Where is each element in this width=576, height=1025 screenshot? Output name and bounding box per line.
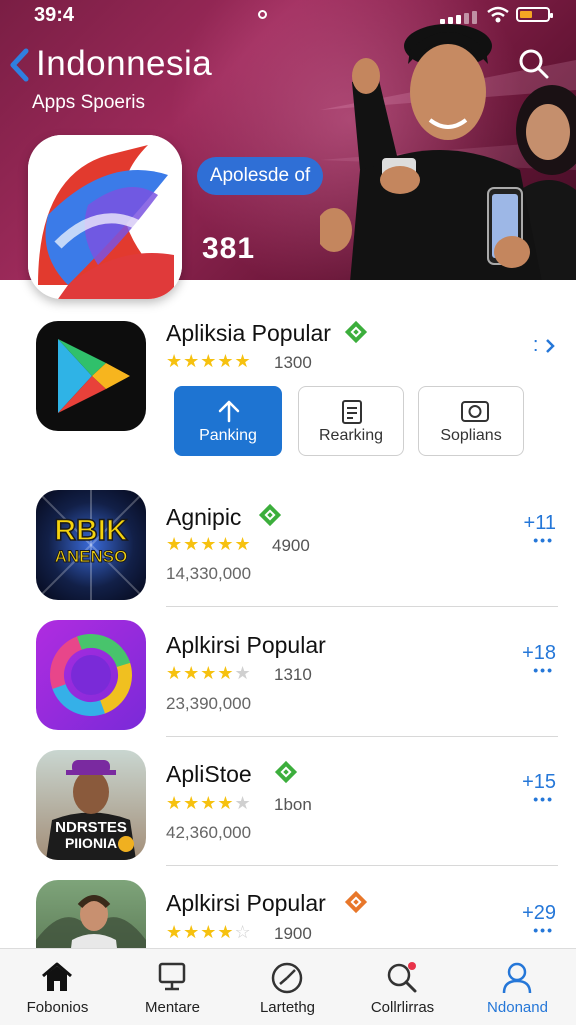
app-icon-aplkirsi[interactable] bbox=[36, 620, 146, 730]
more-colon: : bbox=[532, 334, 539, 356]
app-more-dots-icon[interactable]: ••• bbox=[533, 662, 554, 678]
chip-rearking[interactable]: Rearking bbox=[298, 386, 404, 456]
upload-arrow-icon bbox=[218, 400, 240, 423]
verified-badge-icon bbox=[344, 320, 368, 344]
app-more-dots-icon[interactable]: ••• bbox=[533, 922, 554, 938]
page-subtitle: Apps Spoeris bbox=[32, 92, 146, 113]
app-stars-agnipic: ★★★★★ bbox=[166, 534, 252, 554]
empty-star: ★ bbox=[234, 793, 252, 813]
app-icon-agnipic[interactable]: RBIK ANENSO bbox=[36, 490, 146, 600]
monitor-icon bbox=[158, 962, 186, 991]
status-bar: 39:4 bbox=[0, 0, 576, 36]
search-icon[interactable] bbox=[516, 46, 550, 80]
featured-app-icon[interactable] bbox=[28, 135, 182, 299]
tab-label: Mentare bbox=[144, 999, 201, 1016]
featured-app-name[interactable]: Apliksia Popular bbox=[166, 320, 331, 347]
app-name-agnipic[interactable]: Agnipic bbox=[166, 504, 241, 531]
tab-label: Lartethg bbox=[259, 999, 316, 1016]
app-rating-aplkirsi-2: 1900 bbox=[274, 924, 312, 943]
app-icon-aplistoe-text-2: PIIONIA bbox=[65, 835, 117, 851]
chip-rearking-label: Rearking bbox=[318, 427, 384, 444]
apps-count: 381 bbox=[202, 232, 256, 265]
page-title: Indonnesia bbox=[36, 44, 213, 83]
app-name-aplkirsi[interactable]: Aplkirsi Popular bbox=[166, 632, 326, 659]
battery-icon bbox=[516, 7, 553, 22]
tab-label: Fobonios bbox=[26, 999, 89, 1016]
signal-icon bbox=[440, 10, 480, 24]
camera-icon bbox=[461, 401, 489, 422]
chevron-right-icon bbox=[546, 338, 555, 353]
profile-icon bbox=[502, 962, 532, 994]
app-more-dots-icon[interactable]: ••• bbox=[533, 532, 554, 548]
chip-ranking-label: Panking bbox=[199, 427, 257, 444]
chip-ranking[interactable]: Panking bbox=[174, 386, 282, 456]
wifi-icon bbox=[487, 6, 509, 23]
featured-more-button[interactable]: : bbox=[533, 334, 556, 357]
verified-badge-icon bbox=[258, 503, 282, 527]
tab-lartethg[interactable]: Lartethg bbox=[230, 949, 345, 1025]
half-star: ☆ bbox=[234, 922, 252, 942]
bottom-tab-bar: Fobonios Mentare Lartethg Collrlirras Nd… bbox=[0, 948, 576, 1025]
app-icon-aplistoe-text-1: NDRSTES bbox=[55, 819, 127, 836]
tab-label: Ndonand bbox=[487, 999, 548, 1016]
half-star: ★ bbox=[234, 663, 252, 683]
status-time: 39:4 bbox=[34, 4, 75, 26]
back-chevron-icon[interactable] bbox=[8, 48, 32, 82]
featured-play-app-icon[interactable] bbox=[36, 321, 146, 431]
app-downloads-aplkirsi: 23,390,000 bbox=[166, 694, 252, 713]
app-downloads-aplistoe: 42,360,000 bbox=[166, 823, 252, 842]
featured-rating-count: 1300 bbox=[274, 353, 312, 372]
chip-soplians-label: Soplians bbox=[440, 427, 502, 444]
gauge-icon bbox=[271, 962, 303, 994]
tab-label: Collrlirras bbox=[370, 999, 435, 1016]
app-rating-aplistoe: 1bon bbox=[274, 795, 312, 814]
chip-soplians[interactable]: Soplians bbox=[418, 386, 524, 456]
verified-badge-icon bbox=[274, 760, 298, 784]
app-name-aplkirsi-2[interactable]: Aplkirsi Popular bbox=[166, 890, 326, 917]
tab-ndonand[interactable]: Ndonand bbox=[460, 949, 575, 1025]
divider bbox=[166, 736, 558, 737]
app-downloads-agnipic: 14,330,000 bbox=[166, 564, 252, 583]
app-stars-aplkirsi-2: ★★★★☆ bbox=[166, 922, 252, 942]
divider bbox=[166, 865, 558, 866]
app-rating-agnipic: 4900 bbox=[272, 536, 310, 555]
app-icon-agnipic-text-2: ANENSO bbox=[55, 547, 128, 566]
app-stars-aplkirsi: ★★★★★ bbox=[166, 663, 252, 683]
apps-of-pill-button[interactable]: Apolesde of bbox=[197, 157, 323, 195]
verified-badge-icon bbox=[344, 890, 368, 914]
app-name-aplistoe[interactable]: ApliStoe bbox=[166, 761, 252, 788]
tab-fobonios[interactable]: Fobonios bbox=[0, 949, 115, 1025]
tab-collrlirras[interactable]: Collrlirras bbox=[345, 949, 460, 1025]
app-icon-agnipic-text-1: RBIK bbox=[54, 514, 128, 547]
search-icon bbox=[387, 962, 417, 993]
featured-star-rating: ★★★★★ bbox=[166, 351, 252, 371]
document-icon bbox=[342, 400, 362, 424]
app-stars-aplistoe: ★★★★★ bbox=[166, 793, 252, 813]
camera-dot-icon bbox=[258, 10, 267, 19]
app-icon-aplistoe[interactable]: NDRSTES PIIONIA bbox=[36, 750, 146, 860]
app-more-dots-icon[interactable]: ••• bbox=[533, 791, 554, 807]
divider bbox=[166, 606, 558, 607]
app-rating-aplkirsi: 1310 bbox=[274, 665, 312, 684]
home-icon bbox=[42, 962, 72, 991]
tab-mentare[interactable]: Mentare bbox=[115, 949, 230, 1025]
